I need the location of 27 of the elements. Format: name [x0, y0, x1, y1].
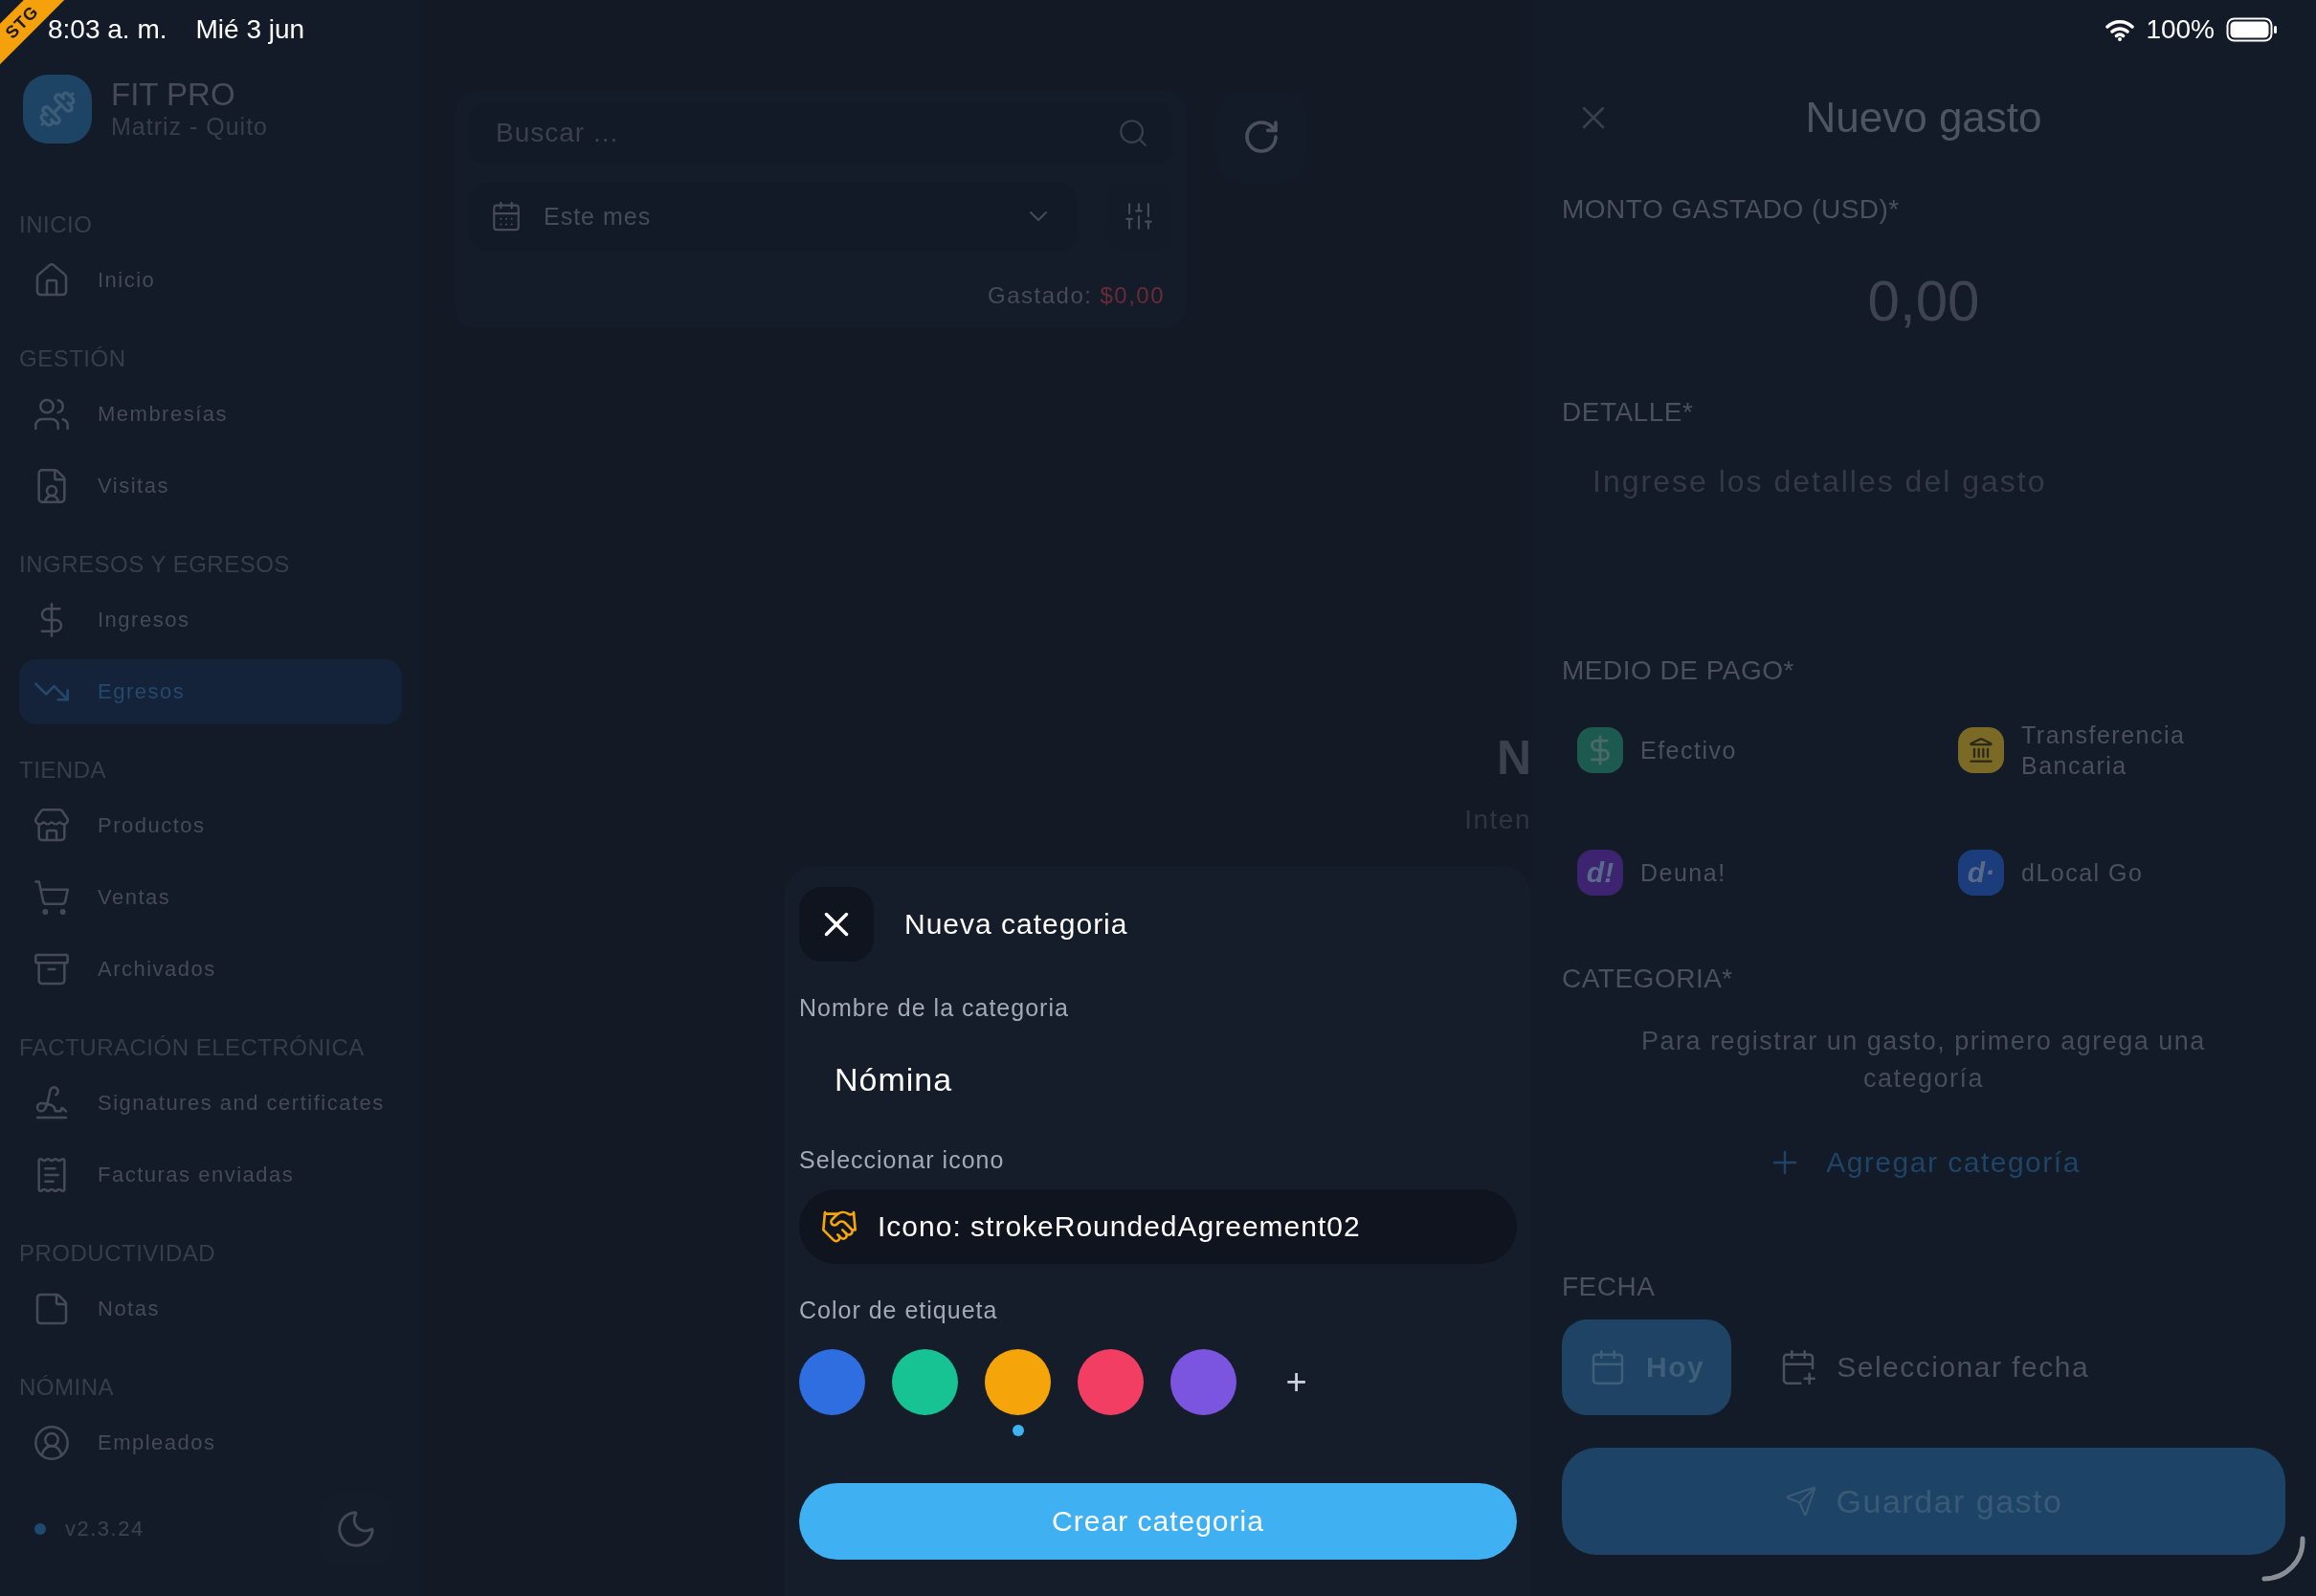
sliders-icon: [1123, 200, 1155, 233]
field-label: Nombre de la categoria: [799, 994, 1070, 1022]
battery-percent: 100%: [2146, 14, 2215, 45]
panel-title: Nuevo gasto: [1804, 93, 2043, 142]
add-color-button[interactable]: +: [1263, 1349, 1329, 1415]
status-time: 8:03 a. m.: [48, 14, 167, 45]
payment-logo: d!: [1577, 850, 1623, 896]
cart-icon: [33, 878, 71, 917]
wifi-icon: [2105, 18, 2135, 41]
close-button[interactable]: [799, 887, 874, 962]
field-label: Seleccionar icono: [799, 1146, 1006, 1174]
sheet-title: Nueva categoria: [904, 908, 1128, 941]
status-dot-icon: [34, 1523, 46, 1535]
search-icon: [1117, 117, 1149, 149]
refresh-icon: [1242, 118, 1280, 156]
spent-amount: $0,00: [1100, 282, 1165, 309]
dumbbell-logo-icon: [23, 75, 92, 144]
payment-logo: d·: [1958, 850, 2004, 896]
calendar-icon: [490, 200, 523, 233]
send-icon: [1784, 1485, 1817, 1518]
icon-select[interactable]: Icono: strokeRoundedAgreement02: [799, 1189, 1517, 1264]
create-category-button[interactable]: Crear categoria: [799, 1483, 1517, 1560]
battery-icon: [2226, 17, 2278, 42]
field-label: Color de etiqueta: [799, 1297, 999, 1324]
user-circle-icon: [33, 1424, 71, 1462]
status-date: Mié 3 jun: [195, 14, 305, 45]
category-name-field[interactable]: Nómina: [799, 1045, 1517, 1114]
